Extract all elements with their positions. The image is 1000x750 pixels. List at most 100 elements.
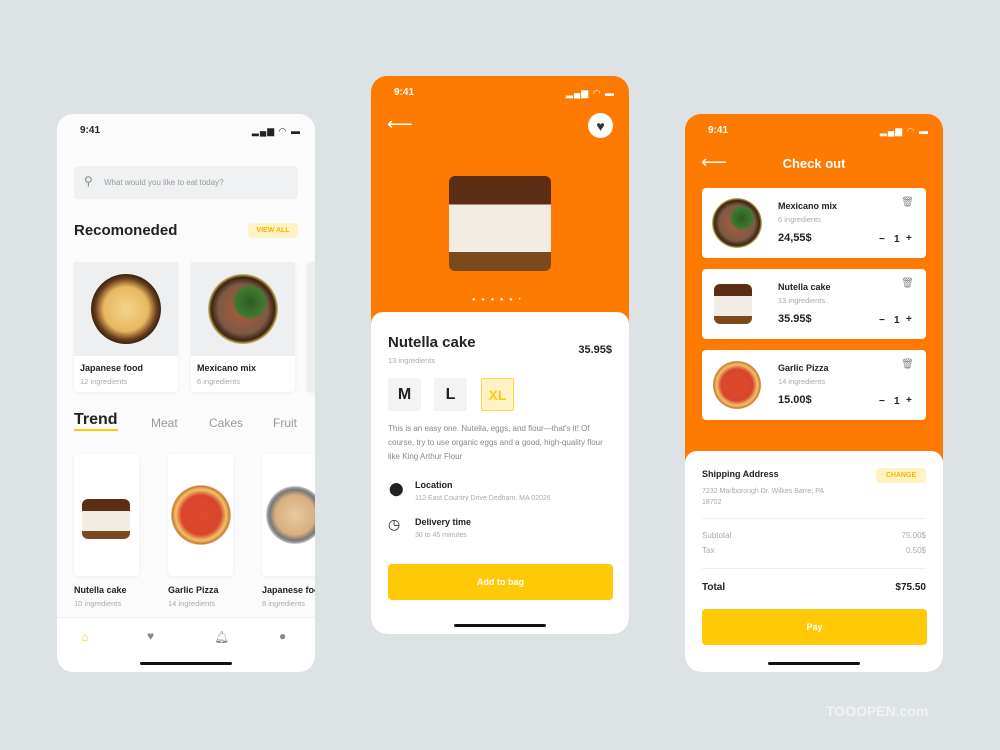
tab-trend[interactable]: Trend (74, 411, 118, 431)
cart-item-image (712, 198, 762, 248)
detail-screen: 9:41 ▂▄▆ ◠ ▬ ⟵ ♥ ● ● ● ● ● • Nutella cak… (371, 76, 629, 634)
delivery-value: 30 to 45 minutes (415, 532, 467, 539)
tab-cakes[interactable]: Cakes (209, 416, 243, 430)
cart-item: Garlic Pizza 14 ingredients 15.00$ 🗑︎ − … (702, 350, 926, 420)
summary-panel: Shipping Address CHANGE 7232 Marlborough… (685, 451, 943, 672)
shipping-label: Shipping Address (702, 469, 779, 479)
cart-item-price: 35.95$ (778, 313, 812, 325)
cart-item: Mexicano mix 6 ingredients 24,55$ 🗑︎ − 1… (702, 188, 926, 258)
recommended-card[interactable]: Mexicano mix 6 ingredients (191, 262, 295, 392)
detail-panel: Nutella cake 13 ingredients 35.95$ M L X… (371, 312, 629, 634)
back-arrow-icon[interactable]: ⟵ (387, 114, 413, 135)
product-price: 35.95$ (578, 344, 612, 356)
card-sub: 12 ingredients (80, 377, 128, 386)
size-l-button[interactable]: L (434, 378, 467, 411)
description: This is an easy one. Nutella, eggs, and … (388, 424, 603, 461)
heart-icon[interactable]: ♥ (147, 629, 154, 643)
tab-meat[interactable]: Meat (151, 416, 178, 430)
nutella-cake-hero-image (449, 176, 551, 271)
user-icon[interactable]: ● (279, 629, 286, 643)
home-screen: 9:41 ▂▄▆ ◠ ▬ ⚲ What would you like to ea… (57, 114, 315, 672)
clock-icon: ◷ (388, 516, 401, 532)
trend-card[interactable] (74, 454, 139, 576)
cart-item-image (714, 284, 752, 324)
status-icons: ▂▄▆ ◠ ▬ (565, 88, 615, 98)
cart-item-sub: 14 ingredients (778, 377, 826, 386)
product-title: Nutella cake (388, 334, 476, 351)
quantity-value: 1 (894, 315, 900, 326)
home-indicator (454, 624, 546, 627)
checkout-screen: 9:41 ▂▄▆ ◠ ▬ ⟵ Check out Mexicano mix 6 … (685, 114, 943, 672)
home-indicator (768, 662, 860, 665)
cart-item: Nutella cake 13 ingredients 35.95$ 🗑︎ − … (702, 269, 926, 339)
cart-item-name: Mexicano mix (778, 201, 838, 211)
trash-icon[interactable]: 🗑︎ (901, 197, 914, 208)
change-button[interactable]: CHANGE (876, 468, 926, 483)
address: 7232 Marlborough Dr. Wilkes Barre, PA 18… (702, 488, 824, 506)
size-xl-button[interactable]: XL (481, 378, 514, 411)
trend-sub: 14 ingredients (168, 599, 216, 608)
trend-card[interactable] (168, 454, 233, 576)
tab-fruit[interactable]: Fruit (273, 416, 297, 430)
cart-item-name: Nutella cake (778, 282, 831, 292)
trend-card[interactable] (262, 454, 315, 576)
recommended-card[interactable]: Japanese food 12 ingredients (74, 262, 178, 392)
location-value: 112 East Country Drive Dedham, MA 02026 (415, 495, 551, 502)
location-pin-icon: ⬤ (389, 481, 404, 496)
cart-item-name: Garlic Pizza (778, 363, 829, 373)
home-icon[interactable]: ⌂ (81, 630, 88, 644)
add-to-bag-button[interactable]: Add to bag (388, 564, 613, 600)
home-indicator (140, 662, 232, 665)
subtotal-value: 75.00$ (901, 531, 926, 540)
view-all-button[interactable]: VIEW ALL (248, 223, 298, 238)
delivery-label: Delivery time (415, 517, 472, 527)
page-title: Check out (782, 156, 846, 171)
watermark: TOOOPEN.com (826, 703, 929, 719)
search-input[interactable]: ⚲ What would you like to eat today? (74, 166, 298, 199)
nutella-cake-image (82, 499, 130, 539)
cart-item-sub: 6 ingredients (778, 215, 821, 224)
increase-button[interactable]: + (906, 314, 912, 325)
trend-title: Japanese food (262, 585, 315, 595)
pizza-image (170, 484, 232, 546)
bell-icon[interactable]: 🔔︎ (214, 630, 229, 644)
status-icons: ▂▄▆ ◠ ▬ (251, 126, 301, 136)
pay-button[interactable]: Pay (702, 609, 927, 645)
section-title: Recomoneded (74, 222, 178, 239)
favorite-heart-icon[interactable]: ♥ (588, 113, 613, 138)
carousel-dots[interactable]: ● ● ● ● ● • (472, 297, 523, 303)
increase-button[interactable]: + (906, 395, 912, 406)
size-m-button[interactable]: M (388, 378, 421, 411)
tax-label: Tax (702, 546, 715, 555)
trend-sub: 10 ingredients (74, 599, 122, 608)
noodle-image (264, 484, 315, 546)
cart-item-image (712, 360, 762, 410)
location-label: Location (415, 480, 453, 490)
card-title: Japanese food (80, 363, 144, 373)
card-sub: 6 ingredients (197, 377, 240, 386)
cart-item-sub: 13 ingredients (778, 296, 826, 305)
status-time: 9:41 (80, 125, 101, 136)
trash-icon[interactable]: 🗑︎ (901, 278, 914, 289)
japanese-food-image (91, 274, 161, 344)
quantity-value: 1 (894, 396, 900, 407)
status-time: 9:41 (708, 125, 729, 136)
total-value: $75.50 (895, 582, 926, 593)
recommended-card-partial[interactable] (307, 262, 315, 392)
increase-button[interactable]: + (906, 233, 912, 244)
trend-title: Nutella cake (74, 585, 127, 595)
search-placeholder: What would you like to eat today? (104, 178, 224, 187)
trend-title: Garlic Pizza (168, 585, 219, 595)
cart-item-price: 15.00$ (778, 394, 812, 406)
status-icons: ▂▄▆ ◠ ▬ (879, 126, 929, 136)
cart-item-price: 24,55$ (778, 232, 812, 244)
status-time: 9:41 (394, 87, 415, 98)
decrease-button[interactable]: − (879, 315, 885, 326)
decrease-button[interactable]: − (879, 234, 885, 245)
search-icon: ⚲ (84, 174, 93, 188)
trash-icon[interactable]: 🗑︎ (901, 359, 914, 370)
trend-sub: 8 ingredients (262, 599, 305, 608)
mexicano-mix-image (208, 274, 278, 344)
decrease-button[interactable]: − (879, 396, 885, 407)
tax-value: 0.50$ (905, 546, 926, 555)
